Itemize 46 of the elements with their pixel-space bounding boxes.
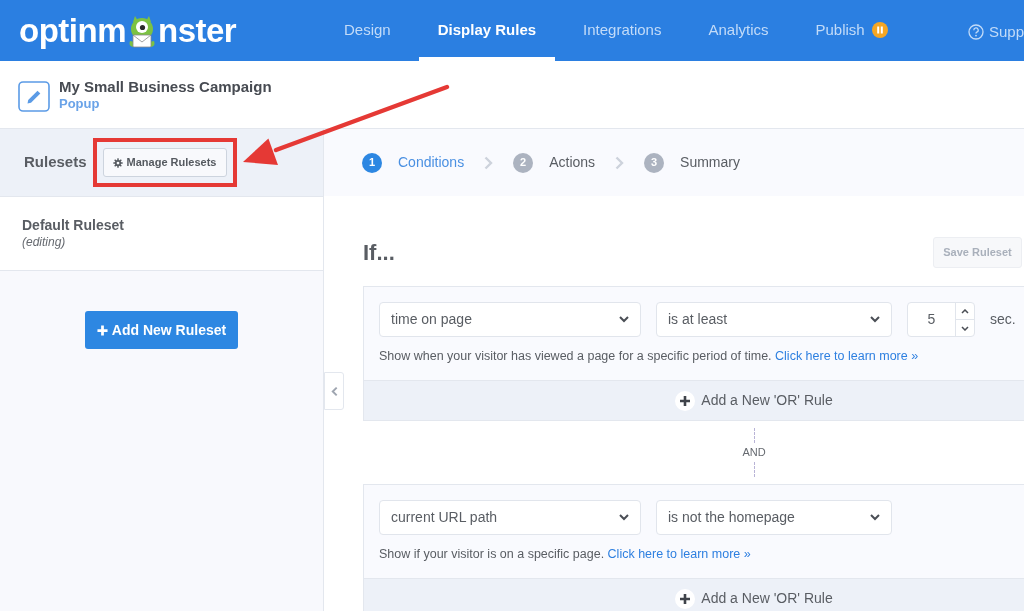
add-ruleset-button[interactable]: Add New Ruleset xyxy=(85,311,238,349)
operator-select[interactable]: is at least xyxy=(656,302,892,337)
plus-icon xyxy=(675,588,696,609)
learn-more-link[interactable]: Click here to learn more » xyxy=(607,547,751,561)
campaign-type: Popup xyxy=(59,95,101,112)
help-text: Show if your visitor is on a specific page. Click here to learn more » xyxy=(379,547,752,562)
gear-icon xyxy=(112,157,123,168)
operator-select[interactable]: is not the homepage xyxy=(656,500,892,535)
step-tab[interactable]: 3 Summary xyxy=(644,152,740,173)
manage-rulesets-button[interactable]: Manage Rulesets xyxy=(102,148,227,177)
step-tab[interactable]: 1 Conditions xyxy=(362,152,465,173)
plus-icon xyxy=(675,390,696,411)
step-number: 2 xyxy=(513,152,534,173)
campaign-title: My Small Business Campaign xyxy=(59,77,272,96)
logo-text: nster xyxy=(158,14,237,47)
add-or-rule-button[interactable]: Add a New 'OR' Rule xyxy=(675,588,833,609)
chevron-down-icon xyxy=(870,316,880,323)
chevron-up-icon[interactable] xyxy=(961,308,969,314)
edit-icon[interactable] xyxy=(18,80,50,112)
ruleset-item[interactable]: Default Ruleset (editing) xyxy=(0,197,323,271)
help-icon xyxy=(967,24,984,40)
help-text: Show when your visitor has viewed a page for a specific period of time. Click here to learn more » xyxy=(379,349,920,364)
step-number: 1 xyxy=(362,152,382,173)
chevron-down-icon xyxy=(870,514,880,521)
step-tab[interactable]: 2 Actions xyxy=(513,152,596,173)
plus-icon xyxy=(96,324,108,336)
ruleset-status: (editing) xyxy=(22,234,66,251)
chevron-right-icon xyxy=(483,155,495,170)
chevron-down-icon xyxy=(619,316,629,323)
connector-label: AND xyxy=(742,446,766,459)
unit-label: sec. xyxy=(990,310,1016,329)
step-number: 3 xyxy=(644,152,665,173)
sidebar-title: Rulesets xyxy=(24,152,87,173)
chevron-down-icon xyxy=(619,514,629,521)
condition-select[interactable]: time on page xyxy=(379,302,641,337)
number-field[interactable]: 5 xyxy=(907,302,975,337)
add-or-rule-button[interactable]: Add a New 'OR' Rule xyxy=(675,390,833,411)
chevron-right-icon xyxy=(614,155,626,170)
condition-select[interactable]: current URL path xyxy=(379,500,641,535)
ruleset-name: Default Ruleset xyxy=(22,216,124,234)
learn-more-link[interactable]: Click here to learn more » xyxy=(775,349,919,363)
rules-heading: If... xyxy=(363,239,395,267)
nav-tab[interactable]: Display Rules xyxy=(418,0,556,61)
logo-text: optinm xyxy=(19,14,126,47)
chevron-down-icon[interactable] xyxy=(961,325,969,331)
chevron-left-icon xyxy=(330,385,338,397)
